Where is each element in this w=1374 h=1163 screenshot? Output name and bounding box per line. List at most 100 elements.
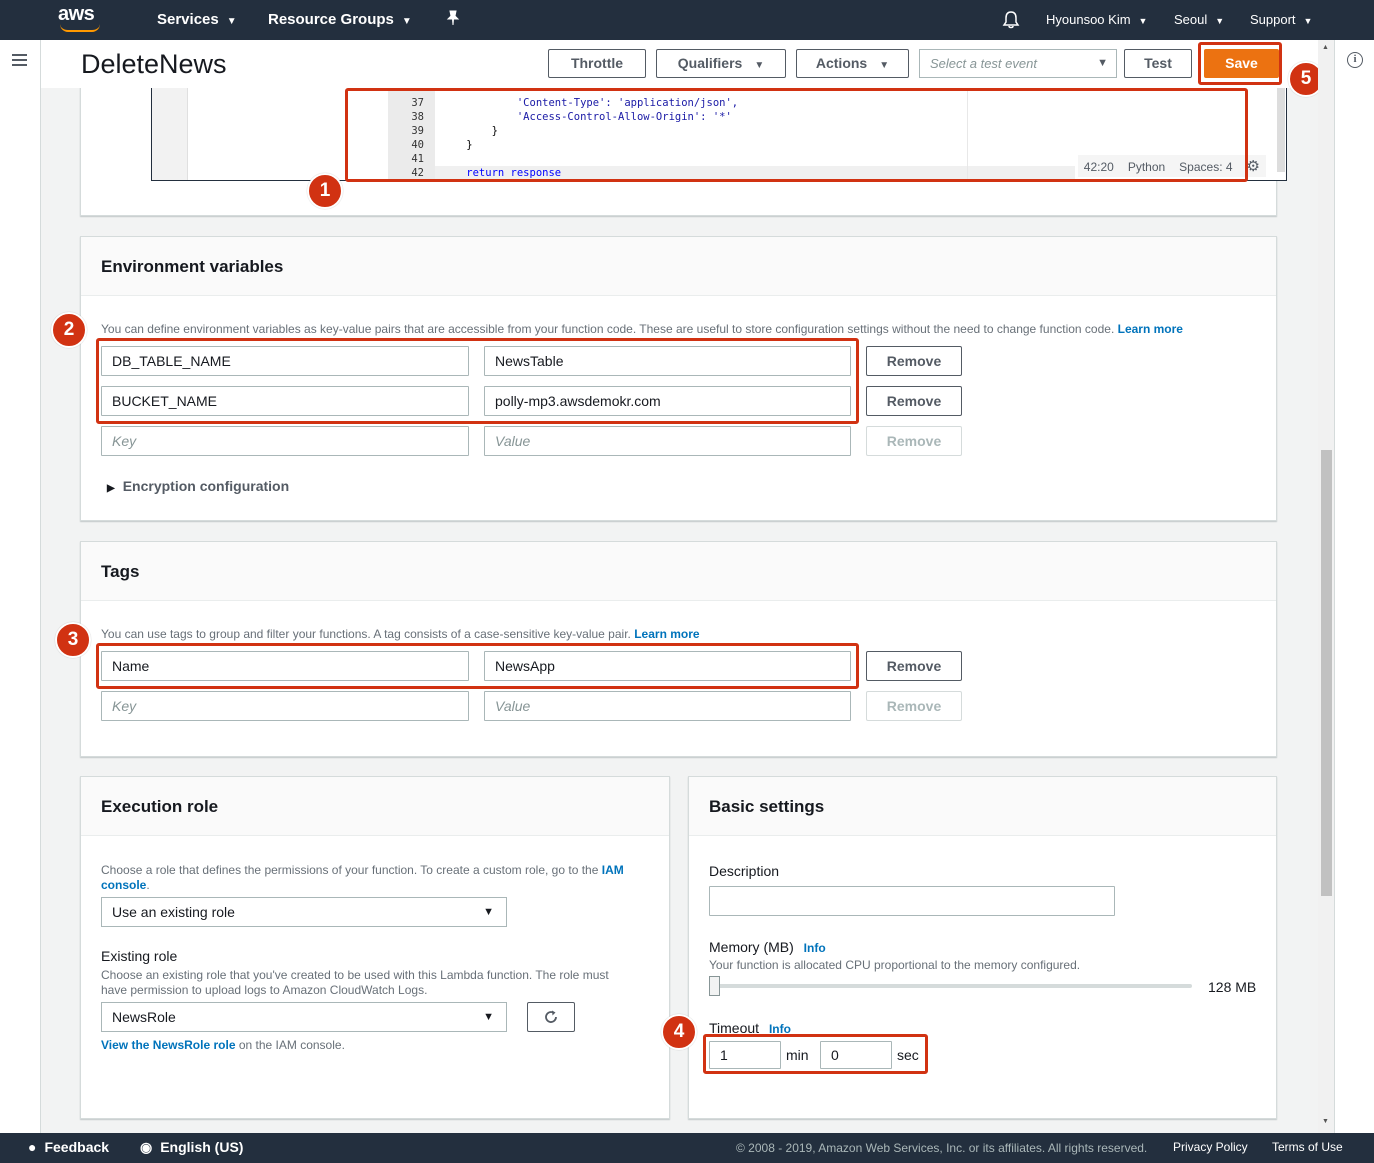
caret-right-icon: ▶ [107, 483, 115, 494]
encryption-toggle[interactable]: ▶ Encryption configuration [107, 478, 289, 494]
user-menu[interactable]: Hyounsoo Kim ▼ [1046, 12, 1147, 27]
existing-role-label: Existing role [101, 948, 178, 964]
editor-file-tree [152, 88, 188, 180]
existing-role-desc-1: Choose an existing role that you've crea… [101, 968, 609, 982]
refresh-icon [545, 1010, 557, 1024]
pin-icon[interactable] [446, 10, 460, 30]
actions-label: Actions [815, 55, 868, 71]
callout-badge-2: 2 [51, 312, 87, 348]
throttle-button[interactable]: Throttle [548, 49, 646, 78]
tag-remove-button[interactable]: Remove [866, 651, 962, 681]
support-menu[interactable]: Support ▼ [1250, 12, 1312, 27]
bell-icon[interactable] [1002, 10, 1020, 33]
chevron-down-icon: ▼ [1138, 16, 1148, 26]
left-rail [0, 40, 41, 1133]
info-icon[interactable]: i [1347, 52, 1363, 68]
terms-of-use-link[interactable]: Terms of Use [1272, 1140, 1343, 1154]
page-title: DeleteNews [81, 49, 227, 79]
memory-label-row: Memory (MB) Info [709, 939, 826, 955]
iam-console-link[interactable]: IAM [602, 863, 624, 877]
scroll-up-icon[interactable]: ▲ [1322, 44, 1329, 51]
view-role-suffix: on the IAM console. [238, 1038, 345, 1052]
highlight-code [345, 88, 1248, 182]
test-event-placeholder: Select a test event [930, 56, 1037, 71]
role-type-select[interactable]: Use an existing role ▼ [101, 897, 507, 927]
aws-logo[interactable]: aws [58, 4, 106, 36]
chevron-down-icon: ▼ [1215, 16, 1225, 26]
env-remove-button-disabled[interactable]: Remove [866, 426, 962, 456]
copyright-text: © 2008 - 2019, Amazon Web Services, Inc.… [736, 1141, 1148, 1155]
test-event-select[interactable]: Select a test event ▼ [919, 49, 1117, 78]
view-role-line: View the NewsRole role on the IAM consol… [101, 1038, 345, 1052]
function-header: DeleteNews Throttle Qualifiers ▼ Actions ▼… [41, 40, 1318, 88]
memory-value: 128 MB [1208, 979, 1257, 995]
env-title: Environment variables [81, 237, 1276, 296]
page-scrollbar[interactable]: ▲ ▼ [1318, 40, 1334, 1133]
env-value-input-empty[interactable]: Value [484, 426, 851, 456]
region-name: Seoul [1174, 12, 1208, 27]
services-menu[interactable]: Services ▼ [157, 11, 237, 28]
resource-groups-label: Resource Groups [268, 11, 394, 28]
tags-learn-more-link[interactable]: Learn more [634, 627, 699, 641]
caret-down-icon: ▼ [754, 60, 765, 71]
gear-icon[interactable]: ⚙ [1247, 158, 1260, 175]
memory-info-link[interactable]: Info [804, 941, 826, 955]
existing-role-value: NewsRole [112, 1009, 176, 1025]
privacy-policy-link[interactable]: Privacy Policy [1173, 1140, 1248, 1154]
scrollbar-thumb[interactable] [1321, 450, 1332, 896]
qualifiers-button[interactable]: Qualifiers ▼ [656, 49, 786, 78]
support-label: Support [1250, 12, 1296, 27]
tag-remove-button-disabled[interactable]: Remove [866, 691, 962, 721]
encryption-label: Encryption configuration [122, 478, 290, 494]
memory-slider-track[interactable] [709, 984, 1192, 988]
language-selector[interactable]: ◉ English (US) [140, 1139, 243, 1156]
tags-description-text: You can use tags to group and filter you… [101, 627, 631, 641]
resource-groups-menu[interactable]: Resource Groups ▼ [268, 11, 412, 28]
footer-bar: ● Feedback ◉ English (US) © 2008 - 2019, A… [0, 1133, 1374, 1163]
iam-console-link-cont[interactable]: console [101, 878, 146, 892]
tag-value-input-empty[interactable]: Value [484, 691, 851, 721]
tag-key-input-empty[interactable]: Key [101, 691, 469, 721]
memory-label: Memory (MB) [709, 939, 794, 955]
highlight-timeout [703, 1034, 928, 1074]
env-learn-more-link[interactable]: Learn more [1118, 322, 1183, 336]
feedback-label: Feedback [44, 1139, 110, 1155]
existing-role-select[interactable]: NewsRole ▼ [101, 1002, 507, 1032]
caret-down-icon: ▼ [1097, 57, 1108, 69]
env-remove-button[interactable]: Remove [866, 386, 962, 416]
top-navigation-bar: aws Services ▼ Resource Groups ▼ Hyounsoo … [0, 0, 1374, 40]
existing-role-desc-2: have permission to upload logs to Amazon… [101, 983, 428, 997]
scroll-down-icon[interactable]: ▼ [1322, 1118, 1329, 1125]
feedback-button[interactable]: ● Feedback [28, 1139, 109, 1155]
callout-badge-1: 1 [307, 173, 343, 209]
exec-role-description-cont: console. [101, 878, 150, 892]
exec-role-description-text: Choose a role that defines the permissio… [101, 863, 599, 877]
test-button[interactable]: Test [1124, 49, 1192, 78]
refresh-button[interactable] [527, 1002, 575, 1032]
language-label: English (US) [160, 1139, 244, 1155]
exec-role-description: Choose a role that defines the permissio… [101, 863, 624, 877]
env-remove-button[interactable]: Remove [866, 346, 962, 376]
qualifiers-label: Qualifiers [677, 55, 743, 71]
callout-badge-4: 4 [661, 1014, 697, 1050]
view-role-link[interactable]: View the NewsRole role [101, 1038, 236, 1052]
editor-scrollbar[interactable] [1277, 88, 1285, 172]
throttle-label: Throttle [570, 55, 624, 71]
callout-badge-3: 3 [55, 622, 91, 658]
env-description: You can define environment variables as … [101, 322, 1183, 336]
description-input[interactable] [709, 886, 1115, 916]
description-label: Description [709, 863, 780, 879]
services-label: Services [157, 11, 219, 28]
region-menu[interactable]: Seoul ▼ [1174, 12, 1224, 27]
speech-bubble-icon: ● [28, 1139, 37, 1155]
memory-slider-thumb[interactable] [709, 976, 720, 996]
role-type-value: Use an existing role [112, 904, 235, 920]
exec-role-title: Execution role [81, 777, 669, 836]
chevron-down-icon: ▼ [1303, 16, 1313, 26]
actions-button[interactable]: Actions ▼ [796, 49, 909, 78]
hamburger-menu-icon[interactable] [12, 54, 27, 66]
env-key-input-empty[interactable]: Key [101, 426, 469, 456]
tags-title: Tags [81, 542, 1276, 601]
basic-settings-title: Basic settings [689, 777, 1276, 836]
user-name: Hyounsoo Kim [1046, 12, 1131, 27]
